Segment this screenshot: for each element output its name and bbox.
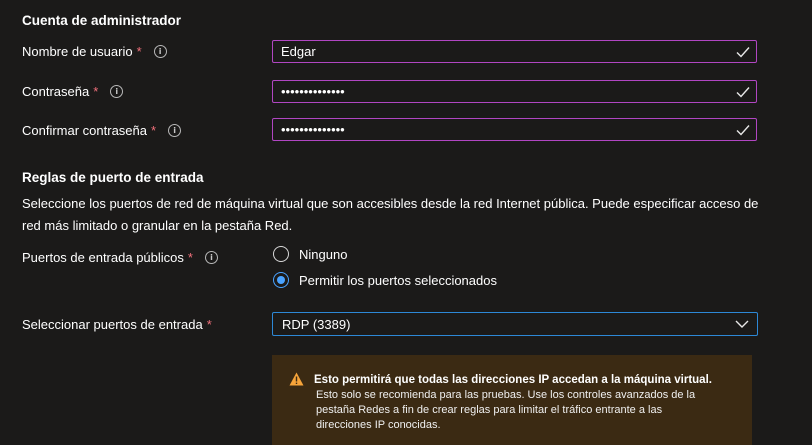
required-marker: *	[151, 123, 157, 138]
select-ports-dropdown[interactable]: RDP (3389)	[272, 312, 758, 336]
warning-line: Esto solo se recomienda para las pruebas…	[316, 389, 696, 401]
username-label: Nombre de usuario * i	[22, 44, 167, 59]
section-title-admin: Cuenta de administrador	[22, 13, 182, 28]
radio-button-allow-selected[interactable]	[273, 272, 289, 288]
warning-line: direcciones IP conocidas.	[316, 419, 441, 431]
password-field[interactable]: ••••••••••••••	[272, 80, 757, 103]
select-ports-label-text: Seleccionar puertos de entrada	[22, 317, 203, 332]
warning-title: Esto permitirá que todas las direcciones…	[314, 374, 712, 386]
warning-icon	[289, 372, 304, 386]
radio-button-none[interactable]	[273, 246, 289, 262]
radio-option-allow-selected[interactable]: Permitir los puertos seleccionados	[273, 272, 497, 288]
select-ports-value: RDP (3389)	[282, 316, 351, 332]
password-input[interactable]: ••••••••••••••	[281, 84, 345, 99]
info-icon[interactable]: i	[153, 45, 167, 58]
confirm-password-label-text: Confirmar contraseña	[22, 123, 147, 138]
warning-body: Esto solo se recomienda para las pruebas…	[316, 388, 695, 433]
required-marker: *	[136, 44, 142, 59]
public-ports-label: Puertos de entrada públicos * i	[22, 250, 218, 265]
required-marker: *	[206, 317, 212, 332]
ports-description-line: red más limitado o granular en la pestañ…	[22, 218, 293, 233]
username-field[interactable]	[272, 40, 757, 63]
password-label: Contraseña * i	[22, 84, 124, 99]
required-marker: *	[187, 250, 193, 265]
radio-label-allow-selected: Permitir los puertos seleccionados	[299, 272, 497, 288]
password-label-text: Contraseña	[22, 84, 90, 99]
chevron-down-icon	[735, 320, 749, 328]
info-icon[interactable]: i	[168, 124, 182, 137]
radio-option-none[interactable]: Ninguno	[273, 246, 347, 262]
confirm-password-field[interactable]: ••••••••••••••	[272, 118, 757, 141]
warning-message: Esto permitirá que todas las direcciones…	[272, 355, 752, 445]
radio-label-none: Ninguno	[299, 246, 348, 262]
warning-line: pestaña Redes a fin de crear reglas para…	[316, 404, 663, 416]
ports-description: Seleccione los puertos de red de máquina…	[22, 193, 802, 237]
info-icon[interactable]: i	[204, 251, 218, 264]
info-icon[interactable]: i	[110, 85, 124, 98]
public-ports-label-text: Puertos de entrada públicos	[22, 250, 184, 265]
ports-description-line: Seleccione los puertos de red de máquina…	[22, 196, 759, 211]
check-icon	[736, 87, 750, 98]
section-title-ports: Reglas de puerto de entrada	[22, 170, 204, 185]
username-input[interactable]	[281, 44, 701, 59]
required-marker: *	[93, 84, 99, 99]
check-icon	[736, 125, 750, 136]
select-ports-label: Seleccionar puertos de entrada *	[22, 317, 212, 332]
confirm-password-label: Confirmar contraseña * i	[22, 123, 182, 138]
radio-selected-dot	[277, 276, 285, 284]
username-label-text: Nombre de usuario	[22, 44, 133, 59]
confirm-password-input[interactable]: ••••••••••••••	[281, 122, 345, 137]
check-icon	[736, 47, 750, 58]
